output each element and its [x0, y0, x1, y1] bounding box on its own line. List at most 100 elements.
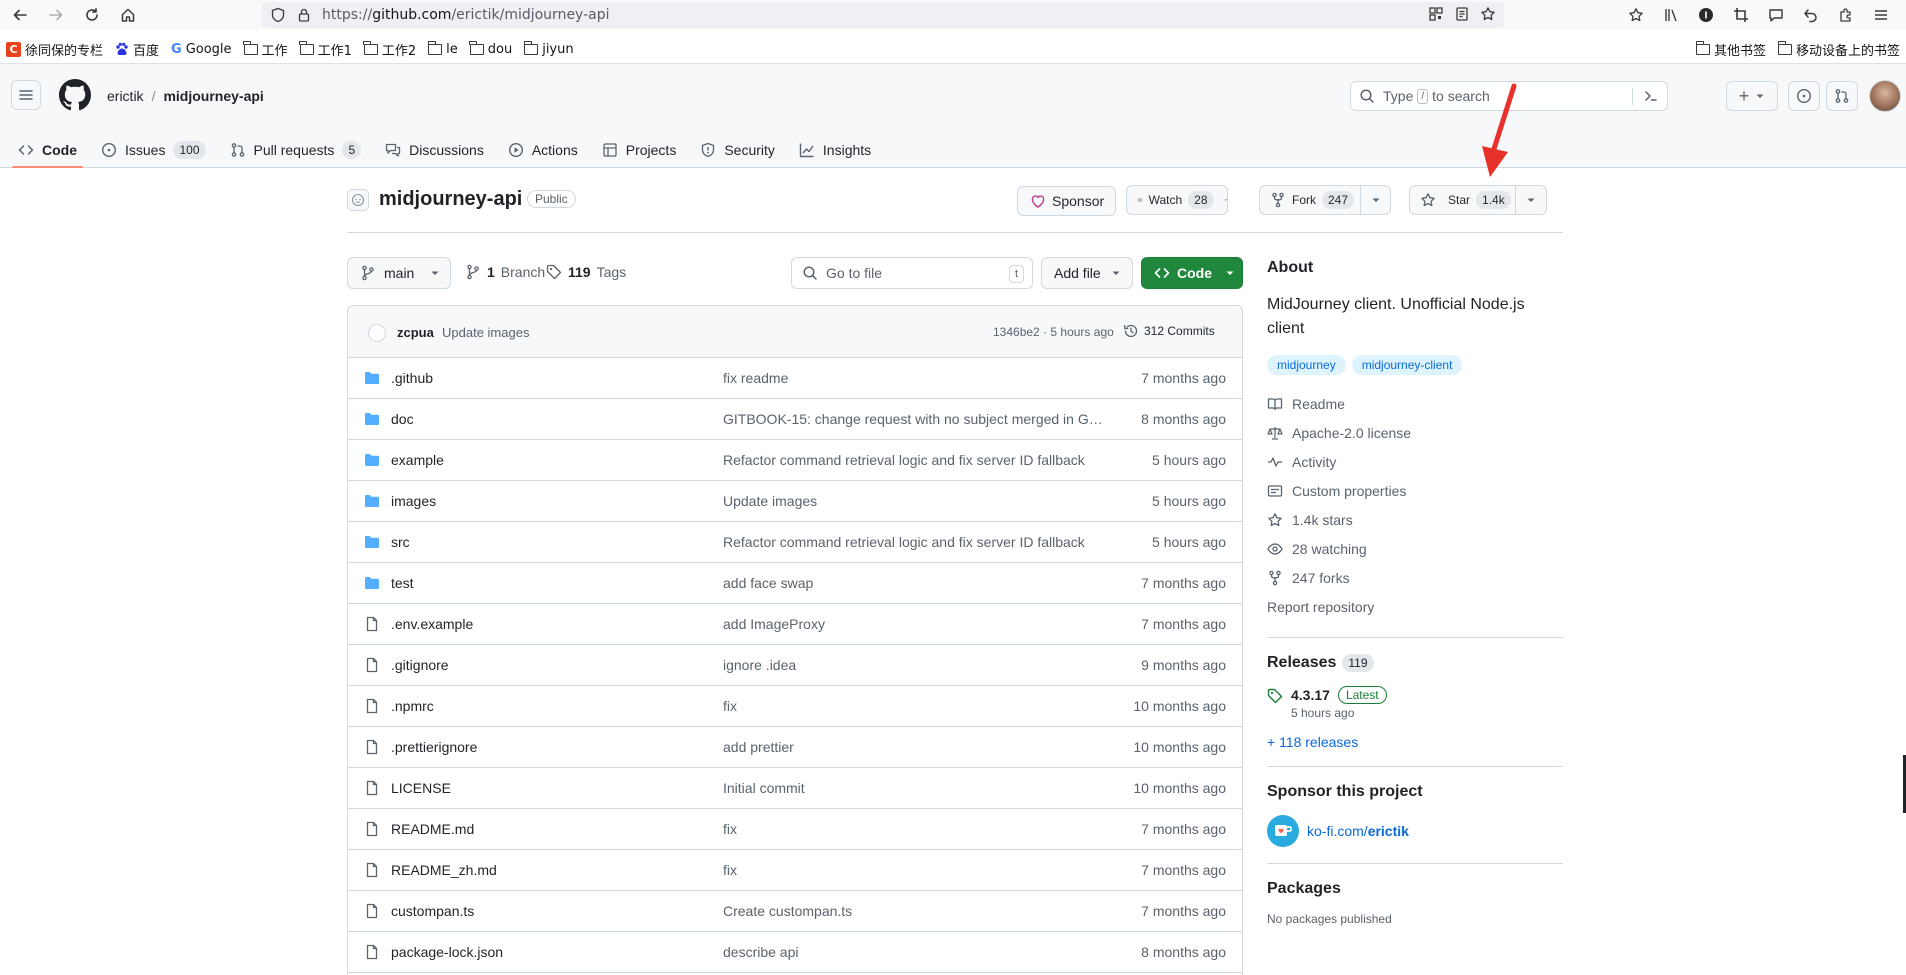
create-new-button[interactable]: + — [1726, 81, 1778, 111]
bookmark-baidu[interactable]: 百度 — [115, 40, 159, 59]
avatar[interactable] — [1869, 80, 1901, 112]
forward-button[interactable] — [38, 0, 74, 30]
more-releases-link[interactable]: + 118 releases — [1267, 734, 1563, 750]
extensions-button[interactable] — [1830, 0, 1861, 30]
command-palette-icon[interactable] — [1643, 88, 1659, 104]
sponsor-button[interactable]: Sponsor — [1017, 186, 1116, 216]
tab-insights[interactable]: Insights — [791, 134, 879, 166]
commit-author[interactable]: zcpua — [397, 325, 434, 340]
fork-button[interactable]: Fork 247 — [1259, 185, 1361, 215]
table-row[interactable]: .prettierignore add prettier 10 months ago — [348, 727, 1242, 768]
table-row[interactable]: LICENSE Initial commit 10 months ago — [348, 768, 1242, 809]
file-name[interactable]: images — [391, 493, 436, 509]
back-button[interactable] — [2, 0, 38, 30]
bookmark-folder-gongzuo1[interactable]: 工作1 — [299, 40, 352, 59]
file-name[interactable]: doc — [391, 411, 414, 427]
file-name[interactable]: .env.example — [391, 616, 473, 632]
go-to-file-input[interactable]: Go to file t — [791, 257, 1033, 289]
table-row[interactable]: README_zh.md fix 7 months ago — [348, 850, 1242, 891]
bookmark-mobile[interactable]: 移动设备上的书签 — [1777, 40, 1900, 59]
issues-button[interactable] — [1788, 81, 1820, 111]
file-commit-message[interactable]: ignore .idea — [723, 657, 796, 673]
license-link[interactable]: Apache-2.0 license — [1267, 418, 1563, 447]
file-commit-message[interactable]: add face swap — [723, 575, 813, 591]
chat-extension-button[interactable] — [1760, 0, 1791, 30]
menu-button[interactable] — [1865, 0, 1896, 30]
reader-view-icon[interactable] — [1454, 6, 1470, 22]
file-name[interactable]: .github — [391, 370, 433, 386]
bookmark-google[interactable]: G Google — [171, 42, 232, 57]
file-name[interactable]: test — [391, 575, 414, 591]
open-global-nav-button[interactable] — [11, 80, 41, 110]
crop-extension-button[interactable] — [1725, 0, 1756, 30]
table-row[interactable]: src Refactor command retrieval logic and … — [348, 522, 1242, 563]
home-button[interactable] — [110, 0, 146, 30]
latest-release[interactable]: 4.3.17 Latest 5 hours ago — [1267, 686, 1563, 720]
topic-tag[interactable]: midjourney — [1267, 355, 1346, 375]
tab-discussions[interactable]: Discussions — [377, 134, 492, 166]
file-commit-message[interactable]: fix readme — [723, 370, 788, 386]
file-commit-message[interactable]: fix — [723, 698, 737, 714]
bookmark-folder-le[interactable]: le — [427, 40, 458, 57]
commit-message[interactable]: Update images — [442, 325, 529, 340]
file-commit-message[interactable]: add prettier — [723, 739, 794, 755]
bookmark-folder-jiyun[interactable]: jiyun — [523, 40, 574, 57]
tab-security[interactable]: Security — [692, 134, 783, 166]
file-name[interactable]: src — [391, 534, 410, 550]
url-bar[interactable]: https://github.com/erictik/midjourney-ap… — [262, 2, 1504, 28]
file-commit-message[interactable]: fix — [723, 821, 737, 837]
extension-1-button[interactable] — [1690, 0, 1721, 30]
watchers-link[interactable]: 28 watching — [1267, 534, 1563, 563]
table-row[interactable]: .github fix readme 7 months ago — [348, 358, 1242, 399]
table-row[interactable]: example Refactor command retrieval logic … — [348, 440, 1242, 481]
file-name[interactable]: custompan.ts — [391, 903, 474, 919]
packages-heading[interactable]: Packages — [1267, 880, 1563, 898]
bookmark-folder-gongzuo2[interactable]: 工作2 — [363, 40, 416, 59]
bookmark-folder-gongzuo[interactable]: 工作 — [243, 40, 288, 59]
watch-button[interactable]: Watch 28 — [1126, 185, 1228, 215]
tab-projects[interactable]: Projects — [594, 134, 685, 166]
file-name[interactable]: .npmrc — [391, 698, 434, 714]
file-name[interactable]: .prettierignore — [391, 739, 477, 755]
topic-tag[interactable]: midjourney-client — [1351, 355, 1463, 375]
file-commit-message[interactable]: fix — [723, 862, 737, 878]
library-button[interactable] — [1655, 0, 1686, 30]
undo-extension-button[interactable] — [1795, 0, 1826, 30]
file-commit-message[interactable]: Refactor command retrieval logic and fix… — [723, 534, 1085, 550]
pull-requests-button[interactable] — [1826, 81, 1858, 111]
commits-link[interactable]: 312 Commits — [1123, 323, 1215, 339]
code-dropdown-button[interactable]: Code — [1141, 257, 1243, 289]
file-name[interactable]: package-lock.json — [391, 944, 503, 960]
table-row[interactable]: doc GITBOOK-15: change request with no su… — [348, 399, 1242, 440]
report-repository-link[interactable]: Report repository — [1267, 592, 1563, 621]
star-button[interactable]: Star 1.4k — [1409, 185, 1516, 215]
tags-link[interactable]: 119 Tags — [546, 264, 626, 280]
file-commit-message[interactable]: GITBOOK-15: change request with no subje… — [723, 411, 1103, 427]
tab-issues[interactable]: Issues 100 — [93, 134, 214, 166]
bookmark-folder-dou[interactable]: dou — [469, 40, 512, 57]
forks-link[interactable]: 247 forks — [1267, 563, 1563, 592]
file-name[interactable]: example — [391, 452, 444, 468]
owner-link[interactable]: erictik — [107, 88, 144, 104]
repo-title[interactable]: midjourney-api — [379, 188, 522, 211]
file-commit-message[interactable]: Refactor command retrieval logic and fix… — [723, 452, 1085, 468]
commit-hash[interactable]: 1346be2 — [993, 325, 1040, 339]
repo-link[interactable]: midjourney-api — [163, 88, 263, 104]
file-name[interactable]: LICENSE — [391, 780, 451, 796]
file-name[interactable]: .gitignore — [391, 657, 449, 673]
file-commit-message[interactable]: Initial commit — [723, 780, 805, 796]
table-row[interactable]: .gitignore ignore .idea 9 months ago — [348, 645, 1242, 686]
file-commit-message[interactable]: Update images — [723, 493, 817, 509]
table-row[interactable]: package-lock.json describe api 8 months ag… — [348, 932, 1242, 973]
file-commit-message[interactable]: describe api — [723, 944, 799, 960]
pocket-star-button[interactable] — [1620, 0, 1651, 30]
tab-pull-requests[interactable]: Pull requests 5 — [222, 134, 370, 166]
commit-author-avatar[interactable] — [368, 324, 386, 342]
stars-link[interactable]: 1.4k stars — [1267, 505, 1563, 534]
reload-button[interactable] — [74, 0, 110, 30]
file-commit-message[interactable]: add ImageProxy — [723, 616, 825, 632]
tab-actions[interactable]: Actions — [500, 134, 586, 166]
star-list-dropdown-button[interactable] — [1515, 185, 1547, 215]
tab-code[interactable]: Code — [10, 134, 85, 168]
table-row[interactable]: .env.example add ImageProxy 7 months ago — [348, 604, 1242, 645]
